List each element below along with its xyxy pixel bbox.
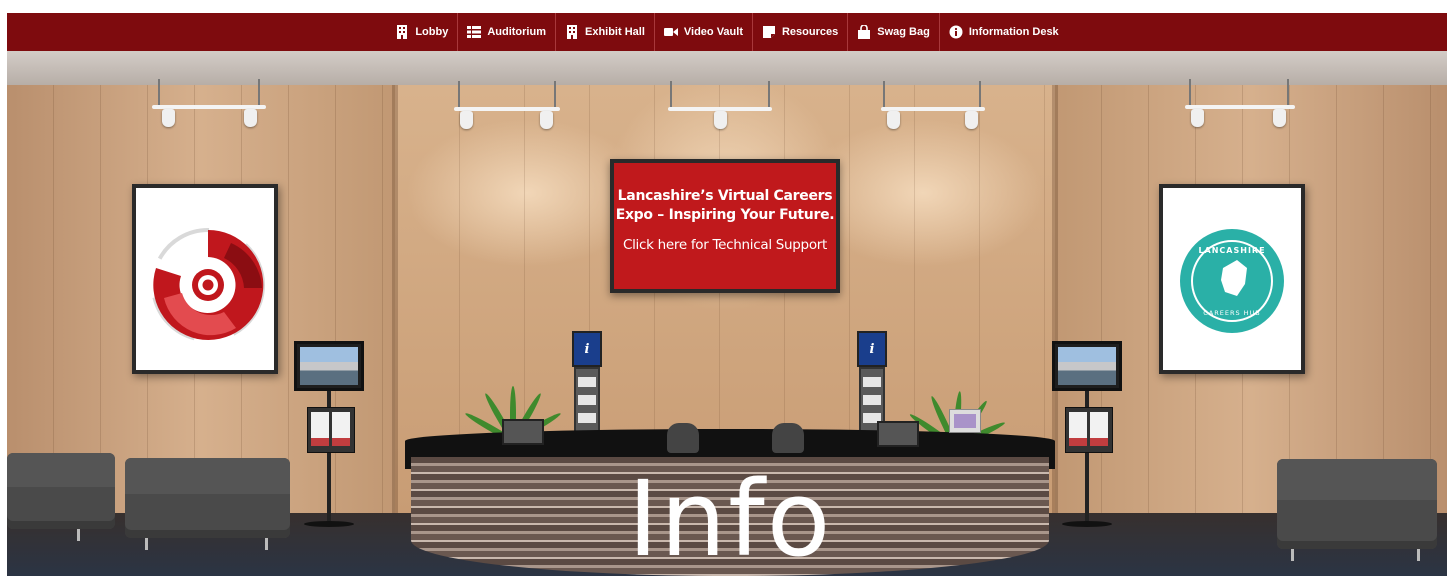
laptop [949, 409, 981, 433]
desk-monitor [877, 421, 919, 447]
info-circle-icon [949, 25, 963, 39]
sign-headline-line1: Lancashire’s Virtual Careers [617, 188, 833, 204]
lounge-chair [125, 458, 290, 550]
nav-label: Lobby [415, 26, 449, 38]
desk-chair [667, 423, 699, 453]
careers-hub-logo-icon [1180, 229, 1284, 333]
info-icon: i [572, 331, 602, 367]
desk-monitor [502, 419, 544, 445]
track-light [881, 81, 985, 141]
technical-support-sign[interactable]: Lancashire’s Virtual Careers Expo – Insp… [610, 159, 840, 293]
nav-exhibit-hall[interactable]: Exhibit Hall [554, 13, 654, 51]
lobby-scene: LANCASHIRE CAREERS HUB Lancashire’s Virt… [7, 51, 1447, 576]
lounge-chair [1277, 459, 1437, 561]
sign-headline: Lancashire’s Virtual Careers Expo – Insp… [614, 187, 836, 225]
building-icon [395, 25, 409, 39]
left-tv-stand[interactable] [294, 331, 364, 531]
right-poster[interactable]: LANCASHIRE CAREERS HUB [1159, 184, 1305, 374]
nav-label: Information Desk [968, 26, 1059, 38]
wall-seam [392, 85, 398, 517]
poster-top-text: LANCASHIRE [1198, 246, 1266, 255]
nav-lobby[interactable]: Lobby [386, 13, 457, 51]
nav-label: Auditorium [487, 26, 546, 38]
desk-chair [772, 423, 804, 453]
track-light [454, 81, 560, 141]
building-icon [565, 25, 579, 39]
track-light [152, 79, 266, 139]
shopping-bag-icon [857, 25, 871, 39]
nav-label: Swag Bag [877, 26, 930, 38]
poster-bottom-text: CAREERS HUB [1203, 309, 1261, 317]
nav-video-vault[interactable]: Video Vault [653, 13, 752, 51]
technical-support-link[interactable]: Click here for Technical Support [614, 237, 836, 253]
nav-auditorium[interactable]: Auditorium [457, 13, 555, 51]
track-light [668, 81, 772, 141]
sign-headline-line2: Expo – Inspiring Your Future. [615, 207, 835, 223]
info-icon: i [857, 331, 887, 367]
brochure-rack[interactable] [1065, 407, 1113, 453]
sticky-note-icon [762, 25, 776, 39]
nav-label: Resources [781, 26, 839, 38]
lounge-chair [7, 453, 115, 541]
tv-screen [294, 341, 364, 391]
track-light [1185, 79, 1295, 139]
reception-desk[interactable]: Info [405, 429, 1055, 576]
nav-information-desk[interactable]: Information Desk [938, 13, 1068, 51]
brochure-rack[interactable] [307, 407, 355, 453]
top-navigation: Lobby Auditorium Exhibit Hall Video Vaul… [7, 13, 1447, 51]
desk-info-text: Info [627, 458, 833, 576]
left-poster[interactable] [132, 184, 278, 374]
target-logo-icon [151, 228, 265, 342]
list-icon [467, 25, 482, 39]
tv-screen [1052, 341, 1122, 391]
nav-resources[interactable]: Resources [751, 13, 847, 51]
nav-label: Exhibit Hall [584, 26, 645, 38]
nav-swag-bag[interactable]: Swag Bag [847, 13, 939, 51]
video-camera-icon [663, 25, 678, 39]
right-tv-stand[interactable] [1052, 331, 1122, 531]
virtual-lobby: Lobby Auditorium Exhibit Hall Video Vaul… [7, 13, 1447, 576]
nav-label: Video Vault [683, 26, 743, 38]
